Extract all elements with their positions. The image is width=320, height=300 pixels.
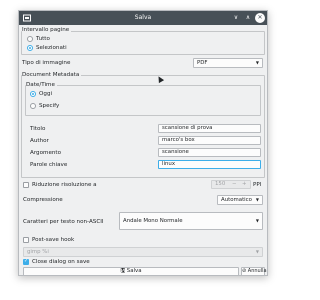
radio-specify-label: Specify: [39, 103, 60, 109]
title-bar: Salva ∨ ∧ ✕: [19, 11, 267, 25]
font-label: Caratteri per testo non-ASCII: [23, 219, 104, 225]
cancel-button[interactable]: ⊘ Annulla: [241, 267, 267, 276]
chevron-down-icon: ▼: [255, 60, 259, 65]
post-save-hook-label: Post-save hook: [32, 237, 75, 243]
date-time-group: [25, 85, 261, 116]
radio-oggi[interactable]: [30, 91, 36, 97]
radio-selezionati[interactable]: [27, 45, 33, 51]
save-button-label: Salva: [126, 268, 142, 274]
compression-value: Automatico: [221, 197, 252, 203]
post-save-hook-value: gimp %i: [27, 249, 49, 255]
minimize-icon[interactable]: ∨: [231, 13, 241, 23]
image-type-value: PDF: [197, 60, 208, 66]
increment-icon[interactable]: +: [242, 181, 247, 188]
keywords-label: Parole chiave: [30, 162, 68, 168]
compression-label: Compressione: [23, 197, 63, 203]
chevron-down-icon: ▼: [255, 218, 259, 223]
radio-oggi-label: Oggi: [39, 91, 53, 97]
metadata-label: Document Metadata: [22, 72, 82, 78]
maximize-icon[interactable]: ∧: [243, 13, 253, 23]
radio-selezionati-label: Selezionati: [36, 45, 67, 51]
resolution-label: Riduzione risoluzione a: [32, 182, 97, 188]
cancel-icon: ⊘: [242, 268, 247, 274]
close-icon[interactable]: ✕: [255, 13, 265, 23]
window-title: Salva: [134, 14, 152, 21]
chevron-down-icon: ▼: [255, 249, 259, 254]
image-type-select[interactable]: PDF ▼: [193, 58, 263, 68]
compression-select[interactable]: Automatico ▼: [217, 195, 263, 205]
save-icon: 🖫: [120, 268, 126, 274]
subject-field[interactable]: scansione: [158, 148, 261, 157]
resolution-value: 150: [215, 181, 226, 187]
keywords-field[interactable]: linux: [158, 160, 261, 169]
close-dialog-label: Close dialog on save: [32, 259, 90, 265]
post-save-hook-checkbox[interactable]: [23, 237, 29, 243]
title-label: Titolo: [30, 126, 46, 132]
font-value: Andale Mono Normale: [123, 218, 183, 224]
author-label: Author: [30, 138, 49, 144]
chevron-down-icon: ▼: [255, 197, 259, 202]
close-dialog-checkbox[interactable]: [23, 258, 29, 265]
page-range-group: [21, 31, 265, 55]
save-button[interactable]: 🖫 Salva: [23, 267, 239, 276]
radio-specify[interactable]: [30, 103, 36, 109]
title-field[interactable]: scansione di prova: [158, 124, 261, 133]
page-range-label: Intervallo pagine: [22, 27, 72, 33]
date-time-label: Date/Time: [26, 82, 57, 88]
resolution-spinbox[interactable]: 150 − +: [211, 180, 251, 189]
radio-tutto-label: Tutto: [36, 36, 50, 42]
decrement-icon[interactable]: −: [232, 181, 237, 188]
post-save-hook-select[interactable]: gimp %i ▼: [23, 247, 263, 257]
cancel-button-label: Annulla: [247, 268, 267, 274]
save-dialog: Salva ∨ ∧ ✕ Intervallo pagine Tutto Sele…: [18, 10, 268, 276]
author-field[interactable]: marco's box: [158, 136, 261, 145]
resolution-unit: PPI: [253, 182, 262, 188]
radio-tutto[interactable]: [27, 36, 33, 42]
subject-label: Argomento: [30, 150, 62, 156]
image-type-label: Tipo di immagine: [22, 60, 71, 66]
resolution-checkbox[interactable]: [23, 182, 29, 188]
font-select[interactable]: Andale Mono Normale ▼: [119, 212, 263, 230]
